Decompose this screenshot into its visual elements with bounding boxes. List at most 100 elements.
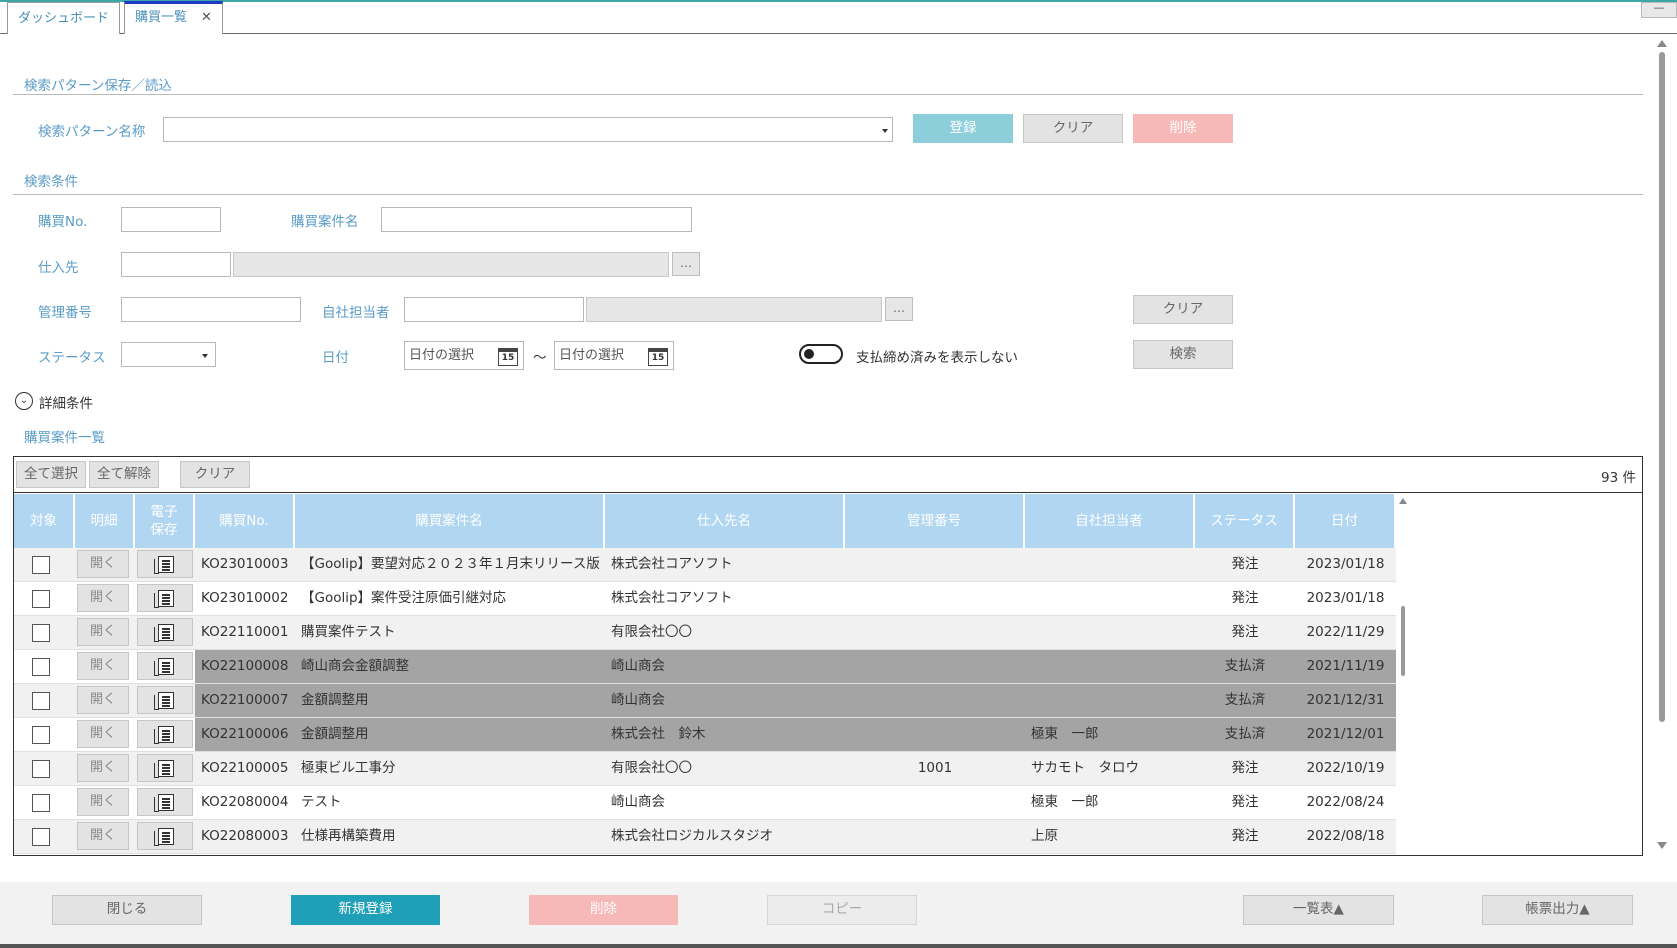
close-button[interactable]: 閉じる bbox=[52, 895, 202, 925]
header-edoc-line1: 電子 bbox=[150, 504, 178, 520]
row-checkbox[interactable] bbox=[32, 760, 50, 778]
row-checkbox[interactable] bbox=[32, 794, 50, 812]
purchase-grid: 全て選択 全て解除 クリア 93 件 対象 明細 電子 保存 購買No. 購買案… bbox=[13, 456, 1643, 856]
row-edoc-button[interactable] bbox=[137, 754, 193, 782]
table-row[interactable]: 開く KO22100007 金額調整用 崎山商会 支払済 2021/12/31 bbox=[14, 684, 1396, 718]
supplier-lookup-button[interactable]: … bbox=[672, 252, 700, 276]
grid-clear-button[interactable]: クリア bbox=[180, 461, 250, 488]
row-open-button[interactable]: 開く bbox=[77, 720, 129, 748]
row-edoc-button[interactable] bbox=[137, 618, 193, 646]
row-open-button[interactable]: 開く bbox=[77, 754, 129, 782]
pattern-register-button[interactable]: 登録 bbox=[913, 114, 1013, 143]
calendar-icon[interactable]: 15 bbox=[648, 348, 668, 366]
row-edoc-button[interactable] bbox=[137, 822, 193, 850]
divider bbox=[13, 194, 1643, 195]
header-purchase-no[interactable]: 購買No. bbox=[195, 494, 295, 548]
report-output-button[interactable]: 帳票出力▲ bbox=[1482, 895, 1633, 925]
chevron-down-icon[interactable]: ⌄ bbox=[15, 392, 33, 410]
cell-supplier: 崎山商会 bbox=[605, 650, 845, 683]
row-open-button[interactable]: 開く bbox=[77, 618, 129, 646]
row-open-button[interactable]: 開く bbox=[77, 788, 129, 816]
row-checkbox[interactable] bbox=[32, 556, 50, 574]
purchase-no-input[interactable] bbox=[121, 207, 221, 232]
case-name-input[interactable] bbox=[381, 207, 692, 232]
scroll-up-icon[interactable] bbox=[1399, 498, 1407, 504]
table-row[interactable]: 開く KO22100006 金額調整用 株式会社 鈴木 極東 一郎 支払済 2021/12/… bbox=[14, 718, 1396, 752]
staff-lookup-button[interactable]: … bbox=[885, 297, 913, 321]
divider bbox=[13, 94, 1643, 95]
list-table-button[interactable]: 一覧表▲ bbox=[1243, 895, 1394, 925]
row-open-button[interactable]: 開く bbox=[77, 652, 129, 680]
cell-case-name: 金額調整用 bbox=[295, 718, 605, 751]
row-checkbox[interactable] bbox=[32, 590, 50, 608]
row-open-button[interactable]: 開く bbox=[77, 550, 129, 578]
minimize-button[interactable]: — bbox=[1641, 2, 1677, 18]
table-row[interactable]: 開く KO23010002 【Goolip】案件受注原価引継対応 株式会社コアソフト 発… bbox=[14, 582, 1396, 616]
row-open-button[interactable]: 開く bbox=[77, 822, 129, 850]
hide-paid-toggle[interactable] bbox=[799, 344, 843, 364]
close-icon[interactable]: ✕ bbox=[201, 10, 212, 25]
scroll-up-icon[interactable] bbox=[1657, 40, 1667, 47]
row-checkbox[interactable] bbox=[32, 658, 50, 676]
cell-supplier: 株式会社 鈴木 bbox=[605, 718, 845, 751]
cell-case-name: 極東ビル工事分 bbox=[301, 760, 396, 776]
scroll-thumb[interactable] bbox=[1659, 52, 1665, 722]
header-edoc[interactable]: 電子 保存 bbox=[135, 494, 195, 548]
header-mgmt-no[interactable]: 管理番号 bbox=[845, 494, 1025, 548]
delete-button[interactable]: 削除 bbox=[529, 895, 678, 925]
deselect-all-button[interactable]: 全て解除 bbox=[89, 461, 159, 488]
row-edoc-button[interactable] bbox=[137, 550, 193, 578]
row-open-button[interactable]: 開く bbox=[77, 686, 129, 714]
header-staff[interactable]: 自社担当者 bbox=[1025, 494, 1195, 548]
row-checkbox[interactable] bbox=[32, 624, 50, 642]
copy-button[interactable]: コピー bbox=[767, 895, 917, 925]
mgmt-no-input[interactable] bbox=[121, 297, 301, 322]
new-register-button[interactable]: 新規登録 bbox=[291, 895, 440, 925]
header-supplier[interactable]: 仕入先名 bbox=[605, 494, 845, 548]
header-detail[interactable]: 明細 bbox=[75, 494, 135, 548]
table-row[interactable]: 開く KO22100008 崎山商会金額調整 崎山商会 支払済 2021/11/19 bbox=[14, 650, 1396, 684]
header-case-name[interactable]: 購買案件名 bbox=[295, 494, 605, 548]
calendar-icon[interactable]: 15 bbox=[498, 348, 518, 366]
cell-status: 発注 bbox=[1231, 760, 1259, 776]
detail-conditions-toggle[interactable]: 詳細条件 bbox=[39, 392, 93, 412]
table-row[interactable]: 開く KO22080003 仕様再構築費用 株式会社ロジカルスタジオ 上原 発注 2022/… bbox=[14, 820, 1396, 854]
cell-status: 支払済 bbox=[1195, 684, 1295, 717]
row-open-button[interactable]: 開く bbox=[77, 584, 129, 612]
row-checkbox[interactable] bbox=[32, 692, 50, 710]
cell-date: 2022/08/24 bbox=[1306, 794, 1385, 810]
row-edoc-button[interactable] bbox=[137, 788, 193, 816]
cell-staff: 上原 bbox=[1031, 828, 1058, 844]
header-target[interactable]: 対象 bbox=[14, 494, 75, 548]
table-row[interactable]: 開く KO22080004 テスト 崎山商会 極東 一郎 発注 2022/08/24 bbox=[14, 786, 1396, 820]
tab-dashboard[interactable]: ダッシュボード bbox=[7, 2, 121, 34]
staff-code-input[interactable] bbox=[404, 297, 584, 322]
grid-scrollbar[interactable] bbox=[1397, 494, 1411, 855]
pattern-name-select[interactable] bbox=[163, 117, 893, 142]
mgmt-no-label: 管理番号 bbox=[38, 305, 92, 321]
supplier-code-input[interactable] bbox=[121, 252, 231, 277]
table-row[interactable]: 開く KO22110001 購買案件テスト 有限会社〇〇 発注 2022/11/29 bbox=[14, 616, 1396, 650]
header-date[interactable]: 日付 bbox=[1295, 494, 1396, 548]
conditions-clear-button[interactable]: クリア bbox=[1133, 295, 1233, 324]
pattern-delete-button[interactable]: 削除 bbox=[1133, 114, 1233, 143]
table-row[interactable]: 開く KO22100005 極東ビル工事分 有限会社〇〇 1001 サカモト タロウ 発注 2… bbox=[14, 752, 1396, 786]
cell-case-name: 購買案件テスト bbox=[301, 624, 396, 640]
cell-staff bbox=[1025, 548, 1195, 581]
page-scrollbar[interactable] bbox=[1655, 38, 1669, 853]
header-status[interactable]: ステータス bbox=[1195, 494, 1295, 548]
select-all-button[interactable]: 全て選択 bbox=[16, 461, 86, 488]
row-edoc-button[interactable] bbox=[137, 652, 193, 680]
pattern-clear-button[interactable]: クリア bbox=[1023, 114, 1123, 143]
search-button[interactable]: 検索 bbox=[1133, 340, 1233, 369]
scroll-down-icon[interactable] bbox=[1657, 842, 1667, 849]
row-edoc-button[interactable] bbox=[137, 686, 193, 714]
row-edoc-button[interactable] bbox=[137, 720, 193, 748]
row-edoc-button[interactable] bbox=[137, 584, 193, 612]
cell-supplier: 崎山商会 bbox=[605, 684, 845, 717]
tab-purchase-list[interactable]: 購買一覧 ✕ bbox=[124, 1, 223, 34]
row-checkbox[interactable] bbox=[32, 828, 50, 846]
table-row[interactable]: 開く KO23010003 【Goolip】要望対応２０２３年１月末リリース版 株式会… bbox=[14, 548, 1396, 582]
row-checkbox[interactable] bbox=[32, 726, 50, 744]
scroll-thumb[interactable] bbox=[1401, 606, 1405, 676]
